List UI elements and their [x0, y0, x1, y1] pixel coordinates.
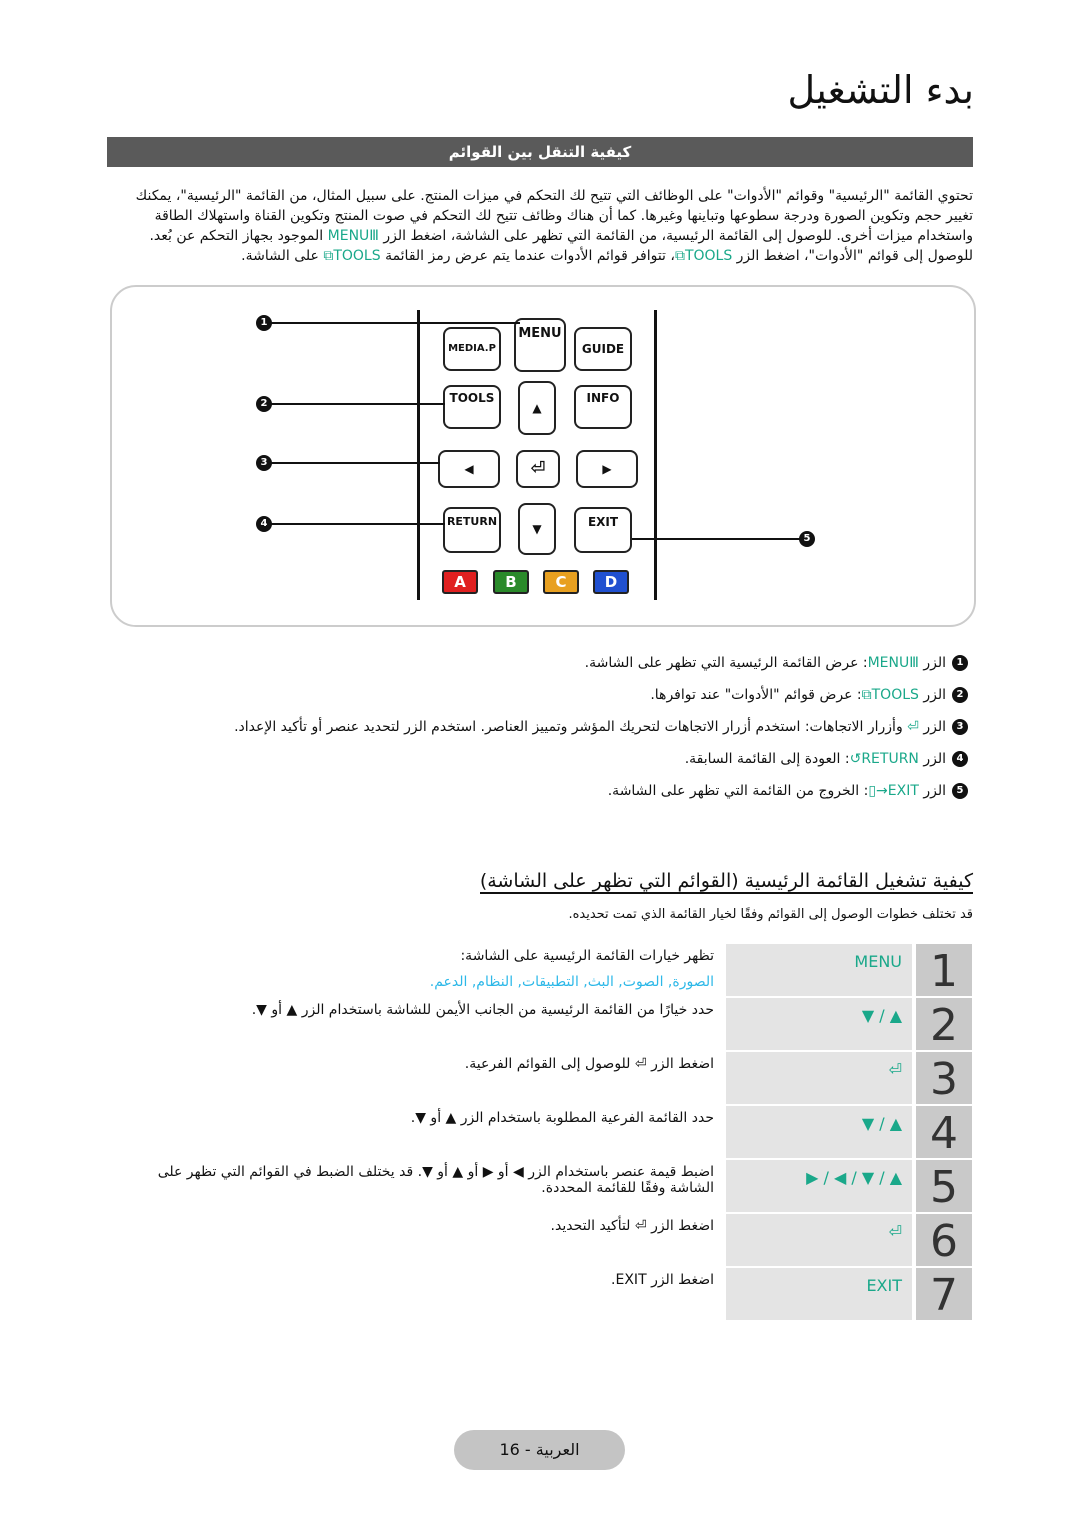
legend-item: 1الزر MENUⅢ: عرض القائمة الرئيسية التي ت… [585, 655, 968, 671]
up-button: ▲ [518, 381, 556, 435]
step-row: 6 ⏎ [726, 1214, 972, 1267]
tools-key: TOOLS⧉ [674, 248, 733, 264]
step-description: اضغط الزر ⏎ للوصول إلى القوائم الفرعية. [464, 1056, 714, 1072]
menu-options: الصورة, الصوت, البث, التطبيقات, النظام, … [429, 974, 714, 990]
step-row: 3 ⏎ [726, 1052, 972, 1105]
section-title: كيفية تشغيل القائمة الرئيسية (القوائم ال… [479, 870, 973, 894]
step-row: 1 MENU [726, 944, 972, 997]
callout-line [270, 322, 520, 324]
step-row: 4 ▲ / ▼ [726, 1106, 972, 1159]
step-description: اضغط الزر ⏎ لتأكيد التحديد. [550, 1218, 714, 1234]
step-key: ⏎ [726, 1214, 912, 1266]
tools-button: TOOLS [443, 385, 501, 429]
remote-edge [417, 310, 420, 600]
menu-key: MENUⅢ [327, 228, 379, 244]
step-key: EXIT [726, 1268, 912, 1320]
step-number: 4 [916, 1106, 972, 1159]
callout-line [270, 523, 445, 525]
step-row: 2 ▲ / ▼ [726, 998, 972, 1051]
legend-item: 2الزر TOOLS⧉: عرض قوائم "الأدوات" عند تو… [650, 687, 968, 703]
right-button: ▶ [576, 450, 638, 488]
step-row: 5 ▲ / ▼ / ◀ / ▶ [726, 1160, 972, 1213]
menu-button: MENU [514, 318, 566, 372]
info-button: INFO [574, 385, 632, 429]
step-number: 1 [916, 944, 972, 997]
step-number: 6 [916, 1214, 972, 1267]
tools-key: TOOLS⧉ [323, 248, 381, 264]
page-title: بدء التشغيل [787, 68, 974, 112]
page-number: العربية - 16 [454, 1430, 625, 1470]
step-description: تظهر خيارات القائمة الرئيسية على الشاشة:… [214, 948, 714, 990]
step-number: 7 [916, 1268, 972, 1321]
step-key: ▲ / ▼ [726, 998, 912, 1050]
step-key: ▲ / ▼ [726, 1106, 912, 1158]
section-bar: كيفية التنقل بين القوائم [107, 137, 973, 167]
legend-item: 4الزر RETURN↺: العودة إلى القائمة السابق… [685, 751, 968, 767]
remote-edge [654, 310, 657, 600]
step-number: 2 [916, 998, 972, 1051]
callout-line [270, 403, 445, 405]
callout-5: 5 [799, 531, 815, 547]
section-subtitle: قد تختلف خطوات الوصول إلى القوائم وفقًا … [568, 907, 973, 922]
left-button: ◀ [438, 450, 500, 488]
enter-button: ⏎ [516, 450, 560, 488]
step-number: 5 [916, 1160, 972, 1213]
step-number: 3 [916, 1052, 972, 1105]
d-button: D [593, 570, 629, 594]
callout-line [270, 462, 440, 464]
step-description: اضبط قيمة عنصر باستخدام الزر ◀ أو ▶ أو ▲… [157, 1164, 714, 1196]
b-button: B [493, 570, 529, 594]
step-description: حدد القائمة الفرعية المطلوبة باستخدام ال… [410, 1110, 714, 1126]
exit-button: EXIT [574, 507, 632, 553]
step-description: حدد خيارًا من القائمة الرئيسية من الجانب… [251, 1002, 714, 1018]
step-key: ▲ / ▼ / ◀ / ▶ [726, 1160, 912, 1212]
step-key: ⏎ [726, 1052, 912, 1104]
return-button: RETURN [443, 507, 501, 553]
step-description: اضغط الزر EXIT. [611, 1272, 714, 1288]
intro-paragraph: تحتوي القائمة "الرئيسية" وقوائم "الأدوات… [135, 188, 973, 264]
legend-item: 5الزر EXIT→▯: الخروج من القائمة التي تظه… [608, 783, 968, 799]
guide-button: GUIDE [574, 327, 632, 371]
legend-item: 3الزر ⏎ وأزرار الاتجاهات: استخدم أزرار ا… [234, 719, 968, 735]
step-key: MENU [726, 944, 912, 996]
manual-page: بدء التشغيل كيفية التنقل بين القوائم تحت… [0, 0, 1080, 1519]
c-button: C [543, 570, 579, 594]
down-button: ▼ [518, 503, 556, 555]
step-row: 7 EXIT [726, 1268, 972, 1321]
callout-line [632, 538, 800, 540]
media-p-button: MEDIA.P [443, 327, 501, 371]
a-button: A [442, 570, 478, 594]
